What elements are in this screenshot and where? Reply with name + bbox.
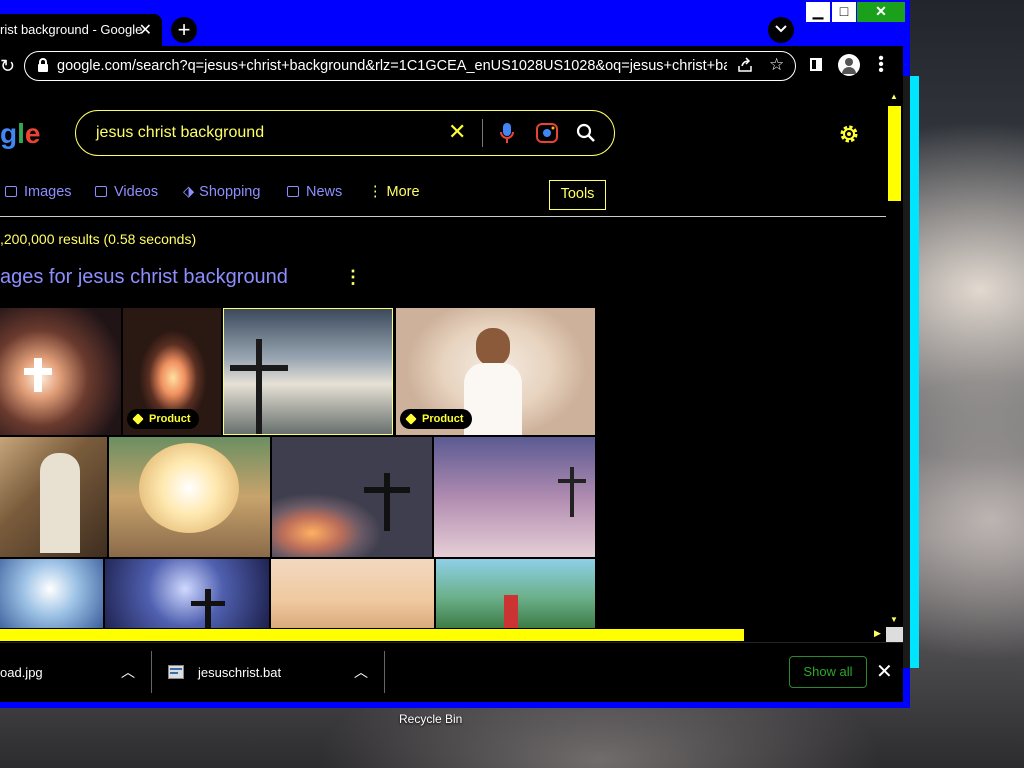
chevron-down-icon	[775, 25, 787, 33]
image-result-1[interactable]	[0, 308, 121, 435]
tag-icon: ⬗	[183, 184, 195, 200]
browser-toolbar: ↻ google.com/search?q=jesus+christ+backg…	[0, 46, 903, 84]
browser-tab[interactable]: rist background - Google ✕	[0, 14, 162, 46]
tab-strip: rist background - Google ✕ + ▁ □ ✕	[0, 0, 910, 46]
more-options-icon[interactable]: ⋮	[344, 267, 362, 288]
image-result-11[interactable]	[271, 559, 434, 629]
product-badge: Product	[127, 409, 199, 429]
close-download-shelf-button[interactable]: ✕	[876, 659, 893, 684]
microphone-icon[interactable]	[500, 122, 514, 144]
bookmark-star-icon[interactable]: ☆	[769, 55, 784, 75]
browser-menu-icon[interactable]: • • •	[876, 51, 886, 79]
address-bar[interactable]: google.com/search?q=jesus+christ+backgro…	[24, 51, 796, 81]
new-tab-button[interactable]: +	[171, 17, 197, 43]
image-result-9[interactable]	[0, 559, 103, 629]
tab-images[interactable]: Images	[5, 184, 72, 200]
tab-close-button[interactable]: ✕	[139, 20, 152, 40]
image-result-5[interactable]	[0, 437, 107, 557]
video-icon	[95, 186, 107, 197]
horizontal-scrollbar[interactable]: ▶	[0, 628, 886, 642]
recycle-bin-label[interactable]: Recycle Bin	[399, 712, 462, 726]
clear-search-icon[interactable]: ✕	[448, 119, 466, 145]
chevron-up-icon[interactable]: ︿	[354, 662, 368, 682]
close-window-button[interactable]: ✕	[857, 2, 905, 22]
tab-more[interactable]: ⋮ More	[368, 184, 420, 200]
reload-icon[interactable]: ↻	[0, 56, 15, 77]
image-result-12[interactable]	[436, 559, 595, 629]
horizontal-scroll-thumb[interactable]	[0, 629, 744, 641]
news-icon	[287, 186, 299, 197]
minimize-button[interactable]: ▁	[806, 2, 830, 22]
side-panel-icon[interactable]	[810, 58, 822, 71]
show-all-downloads-button[interactable]: Show all	[789, 656, 867, 688]
chevron-up-icon[interactable]: ︿	[121, 662, 135, 682]
tab-news[interactable]: News	[287, 184, 342, 200]
profile-avatar[interactable]	[838, 54, 860, 76]
image-result-8[interactable]	[434, 437, 595, 557]
product-badge: Product	[400, 409, 472, 429]
scroll-right-arrow[interactable]: ▶	[874, 628, 881, 639]
download-divider	[384, 651, 385, 693]
tab-videos[interactable]: Videos	[95, 184, 158, 200]
result-stats: ,200,000 results (0.58 seconds)	[0, 231, 197, 247]
image-result-4[interactable]: Product	[396, 308, 595, 435]
image-result-10[interactable]	[105, 559, 269, 629]
images-section-heading[interactable]: ages for jesus christ background	[0, 266, 288, 289]
page-content: gle jesus christ background ✕ Images Vid…	[0, 84, 903, 642]
tools-button[interactable]: Tools	[549, 180, 606, 210]
download-filename: oad.jpg	[0, 665, 43, 680]
lock-icon	[38, 58, 48, 72]
search-icon[interactable]	[576, 123, 596, 143]
tab-title: rist background - Google	[0, 22, 143, 37]
tab-shopping[interactable]: ⬗ Shopping	[183, 184, 260, 200]
vertical-scrollbar[interactable]: ▲ ▼	[886, 90, 903, 628]
search-divider	[482, 119, 483, 147]
window-border-accent	[910, 76, 919, 668]
download-shelf: oad.jpg ︿ jesuschrist.bat ︿ Show all ✕	[0, 642, 903, 702]
vertical-scroll-thumb[interactable]	[888, 106, 901, 201]
share-icon[interactable]	[737, 57, 753, 73]
download-filename: jesuschrist.bat	[198, 665, 282, 680]
scrollbar-corner	[886, 627, 903, 642]
image-result-3[interactable]	[223, 308, 393, 435]
search-box[interactable]: jesus christ background ✕	[75, 110, 615, 156]
search-input[interactable]: jesus christ background	[96, 124, 264, 142]
settings-gear-icon[interactable]	[838, 123, 860, 145]
image-result-7[interactable]	[272, 437, 432, 557]
download-item[interactable]: oad.jpg ︿	[0, 643, 150, 702]
url-text[interactable]: google.com/search?q=jesus+christ+backgro…	[57, 58, 727, 74]
scroll-up-arrow[interactable]: ▲	[890, 92, 898, 101]
image-result-2[interactable]: Product	[123, 308, 221, 435]
tab-search-button[interactable]	[768, 17, 794, 43]
browser-window: rist background - Google ✕ + ▁ □ ✕ ↻ goo…	[0, 0, 910, 708]
scroll-down-arrow[interactable]: ▼	[890, 615, 898, 624]
download-item[interactable]: jesuschrist.bat ︿	[152, 643, 384, 702]
file-icon	[168, 665, 184, 679]
image-icon	[5, 186, 17, 197]
maximize-button[interactable]: □	[832, 2, 856, 22]
window-border	[903, 76, 910, 668]
nav-divider	[0, 216, 886, 217]
image-result-6[interactable]	[109, 437, 270, 557]
camera-lens-icon[interactable]	[536, 123, 558, 143]
google-logo[interactable]: gle	[0, 118, 40, 150]
